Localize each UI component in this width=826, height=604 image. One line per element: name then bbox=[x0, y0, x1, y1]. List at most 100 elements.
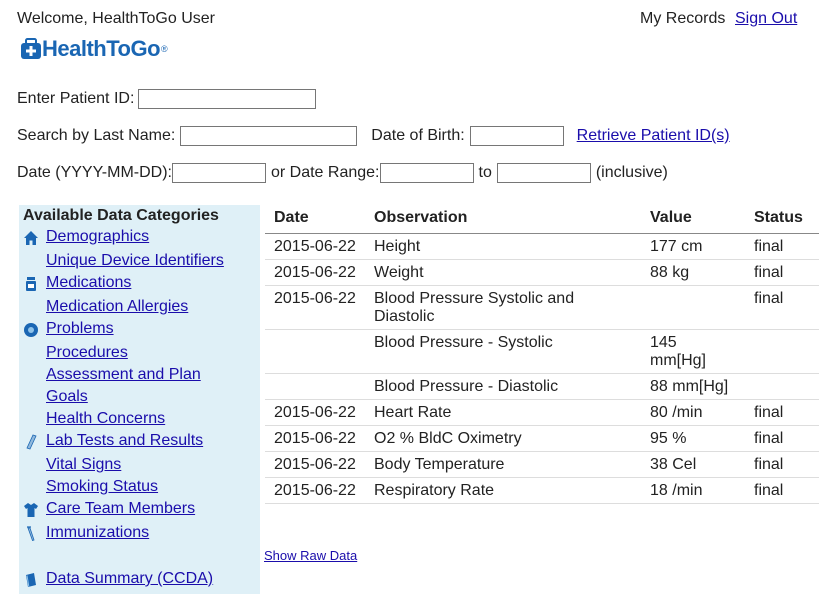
table-row: 2015-06-22 Weight 88 kg final bbox=[265, 259, 819, 286]
last-name-search-row: Search by Last Name: Date of Birth: Retr… bbox=[17, 126, 730, 146]
cell-date: 2015-06-22 bbox=[265, 285, 365, 330]
cell-observation: Weight bbox=[365, 259, 641, 286]
cell-status bbox=[745, 329, 819, 374]
cell-observation: Body Temperature bbox=[365, 451, 641, 478]
cell-status: final bbox=[745, 259, 819, 286]
sidebar-item-problems[interactable]: Problems bbox=[46, 320, 114, 338]
sidebar-item-goals[interactable]: Goals bbox=[46, 388, 88, 406]
cell-value bbox=[641, 285, 745, 330]
inclusive-label: (inclusive) bbox=[595, 164, 668, 181]
test-tube-icon bbox=[26, 434, 37, 450]
problem-icon bbox=[24, 323, 38, 337]
sidebar-item-health-concerns[interactable]: Health Concerns bbox=[46, 410, 165, 428]
date-filter-row: Date (YYYY-MM-DD): or Date Range: to (in… bbox=[17, 163, 668, 183]
cell-date bbox=[265, 373, 365, 400]
cell-date: 2015-06-22 bbox=[265, 451, 365, 478]
table-row: Blood Pressure - Systolic 145 mm[Hg] bbox=[265, 329, 819, 374]
cell-observation: Blood Pressure Systolic and Diastolic bbox=[365, 285, 641, 330]
table-row: 2015-06-22 Height 177 cm final bbox=[265, 233, 819, 260]
sidebar-item-assessment-and-plan[interactable]: Assessment and Plan bbox=[46, 366, 201, 384]
patient-id-row: Enter Patient ID: bbox=[17, 89, 317, 109]
cell-status: final bbox=[745, 285, 819, 330]
table-row: 2015-06-22 Blood Pressure Systolic and D… bbox=[265, 285, 819, 330]
cell-value: 88 mm[Hg] bbox=[641, 373, 745, 400]
column-header-observation: Observation bbox=[365, 205, 641, 234]
cell-date: 2015-06-22 bbox=[265, 259, 365, 286]
registered-mark: ® bbox=[161, 44, 168, 54]
cell-observation: Height bbox=[365, 233, 641, 260]
cell-date: 2015-06-22 bbox=[265, 477, 365, 504]
sidebar-item-vital-signs[interactable]: Vital Signs bbox=[46, 456, 121, 474]
last-name-input[interactable] bbox=[180, 126, 358, 146]
cell-date: 2015-06-22 bbox=[265, 233, 365, 260]
table-header-row: Date Observation Value Status bbox=[265, 205, 819, 234]
cell-value: 95 % bbox=[641, 425, 745, 452]
cell-value: 38 Cel bbox=[641, 451, 745, 478]
data-categories-sidebar: Available Data Categories Demographics U… bbox=[19, 205, 260, 594]
table-row: 2015-06-22 Respiratory Rate 18 /min fina… bbox=[265, 477, 819, 504]
table-row: 2015-06-22 O2 % BldC Oximetry 95 % final bbox=[265, 425, 819, 452]
patient-id-input[interactable] bbox=[138, 89, 317, 109]
cell-status: final bbox=[745, 399, 819, 426]
dob-input[interactable] bbox=[469, 126, 564, 146]
date-label: Date (YYYY-MM-DD): bbox=[17, 164, 172, 181]
dob-label: Date of Birth: bbox=[371, 127, 465, 144]
cell-status bbox=[745, 373, 819, 400]
date-range-end-input[interactable] bbox=[496, 163, 591, 183]
sidebar-item-care-team-members[interactable]: Care Team Members bbox=[46, 500, 195, 518]
column-header-date: Date bbox=[265, 205, 365, 234]
sidebar-item-smoking-status[interactable]: Smoking Status bbox=[46, 478, 158, 496]
retrieve-patient-id-link[interactable]: Retrieve Patient ID(s) bbox=[577, 127, 730, 145]
sidebar-item-procedures[interactable]: Procedures bbox=[46, 344, 128, 362]
cell-status: final bbox=[745, 451, 819, 478]
cell-value: 177 cm bbox=[641, 233, 745, 260]
cell-date bbox=[265, 329, 365, 374]
cell-observation: O2 % BldC Oximetry bbox=[365, 425, 641, 452]
cell-value: 88 kg bbox=[641, 259, 745, 286]
cell-observation: Blood Pressure - Diastolic bbox=[365, 373, 641, 400]
cell-value: 80 /min bbox=[641, 399, 745, 426]
show-raw-data-link[interactable]: Show Raw Data bbox=[264, 548, 357, 563]
my-records-label: My Records bbox=[640, 10, 726, 27]
cell-status: final bbox=[745, 477, 819, 504]
cell-observation: Heart Rate bbox=[365, 399, 641, 426]
logo-text: HealthToGo bbox=[42, 36, 161, 61]
table-row: 2015-06-22 Body Temperature 38 Cel final bbox=[265, 451, 819, 478]
healthtogo-logo: HealthToGo ® bbox=[20, 36, 168, 62]
sign-out-link[interactable]: Sign Out bbox=[735, 10, 797, 28]
to-label: to bbox=[478, 164, 492, 181]
sidebar-item-data-summary-ccda[interactable]: Data Summary (CCDA) bbox=[46, 570, 213, 588]
patient-id-label: Enter Patient ID: bbox=[17, 90, 135, 107]
column-header-status: Status bbox=[745, 205, 819, 234]
sidebar-item-medications[interactable]: Medications bbox=[46, 274, 131, 292]
table-row: 2015-06-22 Heart Rate 80 /min final bbox=[265, 399, 819, 426]
cell-date: 2015-06-22 bbox=[265, 399, 365, 426]
date-input[interactable] bbox=[171, 163, 266, 183]
sidebar-item-immunizations[interactable]: Immunizations bbox=[46, 524, 149, 542]
table-row: Blood Pressure - Diastolic 88 mm[Hg] bbox=[265, 373, 819, 400]
book-icon bbox=[26, 573, 36, 587]
sidebar-item-lab-tests-and-results[interactable]: Lab Tests and Results bbox=[46, 432, 203, 450]
cell-observation: Blood Pressure - Systolic bbox=[365, 329, 641, 374]
date-range-start-input[interactable] bbox=[379, 163, 474, 183]
observations-table: Date Observation Value Status 2015-06-22… bbox=[265, 205, 819, 504]
welcome-text: Welcome, HealthToGo User bbox=[17, 10, 215, 27]
last-name-label: Search by Last Name: bbox=[17, 127, 176, 144]
sidebar-title: Available Data Categories bbox=[23, 207, 219, 224]
cell-status: final bbox=[745, 425, 819, 452]
cell-value: 145 mm[Hg] bbox=[641, 329, 745, 374]
pill-bottle-icon bbox=[26, 277, 36, 291]
cell-date: 2015-06-22 bbox=[265, 425, 365, 452]
sidebar-item-unique-device-identifiers[interactable]: Unique Device Identifiers bbox=[46, 252, 224, 270]
cell-observation: Respiratory Rate bbox=[365, 477, 641, 504]
home-icon bbox=[24, 231, 38, 245]
shirt-icon bbox=[24, 503, 38, 517]
medical-bag-icon bbox=[21, 38, 41, 59]
date-range-label: or Date Range: bbox=[270, 164, 380, 181]
syringe-icon bbox=[27, 526, 35, 542]
sidebar-item-demographics[interactable]: Demographics bbox=[46, 228, 149, 246]
cell-status: final bbox=[745, 233, 819, 260]
cell-value: 18 /min bbox=[641, 477, 745, 504]
column-header-value: Value bbox=[641, 205, 745, 234]
sidebar-item-medication-allergies[interactable]: Medication Allergies bbox=[46, 298, 188, 316]
